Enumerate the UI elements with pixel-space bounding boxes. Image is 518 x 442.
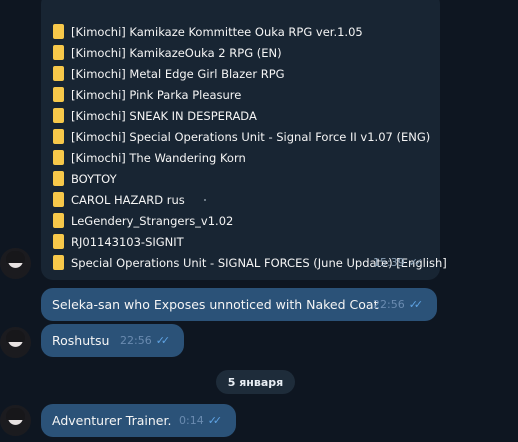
read-ticks-icon: ✓✓ <box>408 256 424 269</box>
avatar[interactable] <box>0 405 31 436</box>
folder-icon <box>53 171 64 186</box>
message-bubble[interactable]: Adventurer Trainer. 0:14 ✓✓ <box>41 404 236 437</box>
folder-icon <box>53 45 64 60</box>
folder-icon <box>53 234 64 249</box>
file-item[interactable]: [Kimochi] Kamikaze Kommittee Ouka RPG ve… <box>53 21 447 42</box>
message-time: 0:14 <box>179 414 204 427</box>
message-text: Adventurer Trainer. <box>52 413 172 428</box>
date-label: 5 января <box>227 375 284 389</box>
avatar[interactable] <box>0 327 31 358</box>
file-item[interactable]: [Kimochi] KamikazeOuka 2 RPG (EN) <box>53 42 447 63</box>
read-ticks-icon: ✓✓ <box>155 334 171 347</box>
folder-icon <box>53 213 64 228</box>
files-message-bubble[interactable]: [Kimochi] Kamikaze Kommittee Ouka RPG ve… <box>41 0 447 280</box>
message-text: Seleka-san who Exposes unnoticed with Na… <box>52 297 379 312</box>
folder-icon <box>53 108 64 123</box>
date-separator: 5 января <box>216 370 295 394</box>
folder-icon <box>53 66 64 81</box>
folder-icon <box>53 150 64 165</box>
message-meta: 15:39 ✓✓ <box>373 256 424 269</box>
file-item[interactable]: RJ01143103-SIGNIT <box>53 231 447 252</box>
file-item[interactable]: CAROL HAZARD rus <box>53 189 447 210</box>
file-item[interactable]: [Kimochi] SNEAK IN DESPERADA <box>53 105 447 126</box>
read-ticks-icon: ✓✓ <box>408 298 424 311</box>
file-item[interactable]: BOYTOY <box>53 168 447 189</box>
file-item[interactable]: [Kimochi] The Wandering Korn <box>53 147 447 168</box>
folder-icon <box>53 87 64 102</box>
message-time: 22:56 <box>120 334 152 347</box>
message-text: Roshutsu <box>52 333 110 348</box>
message-meta: 22:56 ✓✓ <box>373 298 424 311</box>
message-meta: 0:14 ✓✓ <box>179 414 223 427</box>
folder-icon <box>53 24 64 39</box>
message-time: 22:56 <box>373 298 405 311</box>
read-ticks-icon: ✓✓ <box>207 414 223 427</box>
file-item[interactable]: [Kimochi] Pink Parka Pleasure <box>53 84 447 105</box>
file-list: [Kimochi] Kamikaze Kommittee Ouka RPG ve… <box>53 21 447 273</box>
avatar[interactable] <box>0 248 31 279</box>
file-item[interactable]: [Kimochi] Special Operations Unit - Sign… <box>53 126 447 147</box>
file-item[interactable]: [Kimochi] Metal Edge Girl Blazer RPG <box>53 63 447 84</box>
message-bubble[interactable]: Roshutsu 22:56 ✓✓ <box>41 324 184 357</box>
cursor-dot <box>204 199 206 201</box>
message-meta: 22:56 ✓✓ <box>120 334 171 347</box>
folder-icon <box>53 192 64 207</box>
message-time: 15:39 <box>373 256 405 269</box>
message-bubble[interactable]: Seleka-san who Exposes unnoticed with Na… <box>41 288 437 321</box>
folder-icon <box>53 255 64 270</box>
file-item[interactable]: LeGendery_Strangers_v1.02 <box>53 210 447 231</box>
folder-icon <box>53 129 64 144</box>
